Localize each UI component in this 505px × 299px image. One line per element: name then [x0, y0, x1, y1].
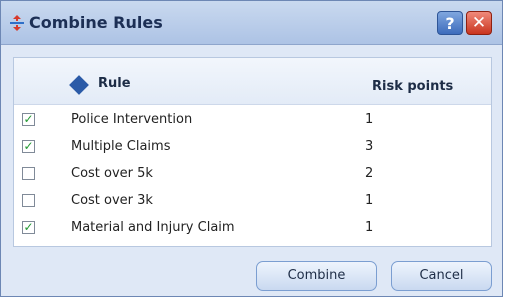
- checkmark-icon: ✓: [23, 112, 34, 126]
- dialog-footer: Combine Cancel: [1, 254, 502, 296]
- rule-checkbox[interactable]: [22, 167, 35, 180]
- rule-name: Multiple Claims: [71, 139, 171, 154]
- rule-name: Cost over 5k: [71, 166, 153, 181]
- table-row[interactable]: Cost over 5k 2: [14, 161, 491, 188]
- rule-checkbox[interactable]: ✓: [22, 221, 35, 234]
- rule-diamond-icon: [69, 75, 89, 95]
- rule-checkbox[interactable]: ✓: [22, 113, 35, 126]
- checkmark-icon: ✓: [23, 220, 34, 234]
- risk-points-value: 1: [365, 220, 374, 235]
- help-button[interactable]: ?: [437, 11, 463, 35]
- risk-points-column-header[interactable]: Risk points: [372, 79, 453, 94]
- table-header: Rule Risk points: [14, 58, 491, 105]
- table-row[interactable]: ✓ Police Intervention 1: [14, 107, 491, 134]
- risk-points-value: 1: [365, 112, 374, 127]
- rule-column-header[interactable]: Rule: [98, 76, 131, 91]
- combine-button[interactable]: Combine: [256, 261, 377, 291]
- rule-name: Cost over 3k: [71, 193, 153, 208]
- close-button[interactable]: ✕: [466, 11, 492, 35]
- rule-checkbox[interactable]: ✓: [22, 140, 35, 153]
- cancel-button[interactable]: Cancel: [391, 261, 492, 291]
- checkmark-icon: ✓: [23, 139, 34, 153]
- dialog-title: Combine Rules: [29, 13, 163, 32]
- rules-table: Rule Risk points ✓ Police Intervention 1…: [13, 57, 492, 247]
- table-row[interactable]: Cost over 3k 1: [14, 188, 491, 215]
- risk-points-value: 2: [365, 166, 374, 181]
- combine-rules-dialog: Combine Rules ? ✕ Rule Risk points ✓ Pol…: [0, 0, 503, 297]
- rule-name: Material and Injury Claim: [71, 220, 235, 235]
- risk-points-value: 1: [365, 193, 374, 208]
- rule-checkbox[interactable]: [22, 194, 35, 207]
- title-bar: Combine Rules ? ✕: [1, 1, 502, 45]
- rule-name: Police Intervention: [71, 112, 193, 127]
- table-row[interactable]: ✓ Multiple Claims 3: [14, 134, 491, 161]
- combine-rules-icon: [10, 15, 24, 31]
- risk-points-value: 3: [365, 139, 374, 154]
- table-row[interactable]: ✓ Material and Injury Claim 1: [14, 215, 491, 242]
